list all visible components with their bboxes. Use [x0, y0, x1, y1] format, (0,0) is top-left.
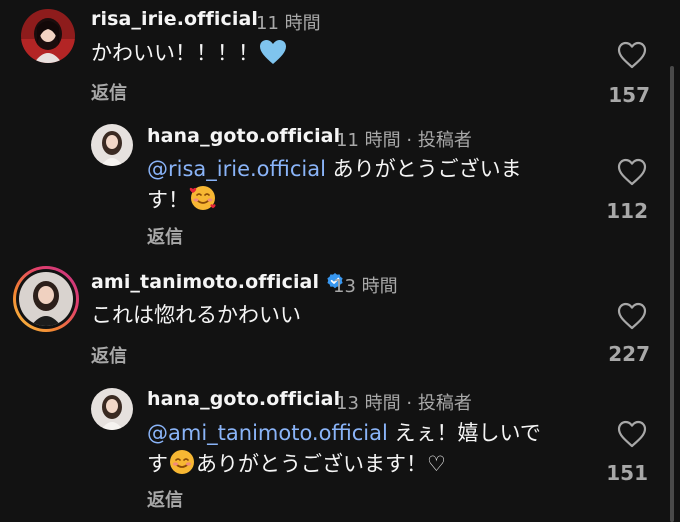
reply-hana-2: hana_goto.official 13 時間 · 投稿者 @ami_tani…	[0, 378, 680, 522]
comments-panel: risa_irie.official 11 時間 かわいい！！！！ 返信 157…	[0, 0, 680, 522]
heart-icon[interactable]	[617, 41, 647, 69]
comment-username[interactable]: risa_irie.official	[91, 8, 258, 30]
like-count: 227	[608, 342, 650, 366]
comment-text: かわいい！！！！	[91, 38, 287, 73]
avatar[interactable]	[91, 388, 133, 430]
like-count: 151	[606, 461, 648, 485]
comment-meta: 11 時間 · 投稿者	[336, 126, 472, 152]
avatar[interactable]	[91, 124, 133, 166]
mention-link[interactable]: @risa_irie.official	[147, 157, 326, 181]
comment-text-line2: す！	[147, 188, 189, 212]
comment-text-content: かわいい！！！！	[91, 41, 259, 65]
avatar	[19, 272, 73, 326]
reply-button[interactable]: 返信	[91, 342, 127, 368]
author-tag: 投稿者	[417, 130, 472, 151]
mention-link[interactable]: @ami_tanimoto.official	[147, 421, 388, 445]
like-count: 112	[606, 199, 648, 223]
comment-text-line1: ありがとうございま	[325, 157, 522, 181]
heart-icon[interactable]	[617, 302, 647, 330]
comment-username-text[interactable]: ami_tanimoto.official	[91, 271, 319, 293]
blue-heart-emoji	[259, 39, 287, 73]
author-tag: 投稿者	[417, 393, 472, 414]
comment-username: ami_tanimoto.official	[91, 271, 344, 295]
comment-time: 13 時間	[333, 276, 398, 297]
avatar-story-ring[interactable]	[13, 266, 79, 332]
comment-text-line2b: ありがとうございます！♡	[196, 452, 446, 476]
reply-hana-1: hana_goto.official 11 時間 · 投稿者 @risa_iri…	[0, 110, 680, 260]
comment-ami: ami_tanimoto.official 13 時間 これは惚れるかわいい 返…	[0, 260, 680, 378]
smiling-face-emoji	[168, 448, 196, 484]
comment-text: @ami_tanimoto.official えぇ！嬉しいで す ありがとうござ…	[147, 418, 587, 484]
reply-button[interactable]: 返信	[147, 223, 183, 249]
comment-text-line1: えぇ！嬉しいで	[387, 421, 541, 445]
avatar[interactable]	[21, 9, 75, 63]
heart-icon[interactable]	[617, 420, 647, 448]
heart-icon[interactable]	[617, 158, 647, 186]
comment-time: 11 時間	[336, 130, 401, 151]
separator: ·	[406, 393, 413, 414]
separator: ·	[406, 130, 413, 151]
comment-text-line2a: す	[147, 452, 168, 476]
comment-text: @risa_irie.official ありがとうございま す！	[147, 154, 567, 220]
scrollbar[interactable]	[670, 66, 674, 522]
comment-username[interactable]: hana_goto.official	[147, 125, 340, 147]
reply-button[interactable]: 返信	[147, 486, 183, 512]
reply-button[interactable]: 返信	[91, 79, 127, 105]
comment-time: 11 時間	[256, 13, 321, 34]
comment-text: これは惚れるかわいい	[91, 303, 301, 327]
comment-risa: risa_irie.official 11 時間 かわいい！！！！ 返信 157	[0, 0, 680, 110]
comment-time: 13 時間	[336, 393, 401, 414]
comment-username[interactable]: hana_goto.official	[147, 388, 340, 410]
comment-meta: 13 時間 · 投稿者	[336, 389, 472, 415]
like-count: 157	[608, 83, 650, 107]
smiling-face-with-hearts-emoji	[189, 184, 217, 220]
